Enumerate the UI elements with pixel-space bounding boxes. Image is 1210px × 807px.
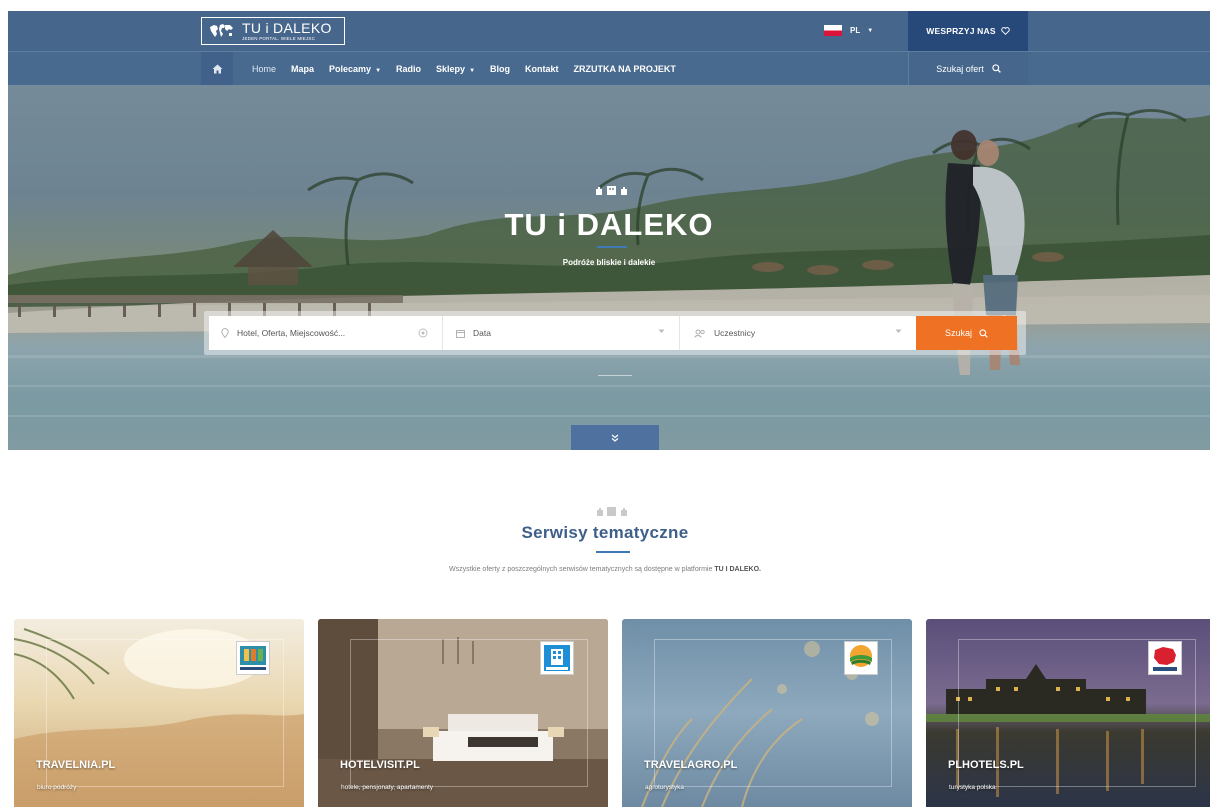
language-code: PL: [850, 26, 861, 35]
guests-selector[interactable]: Uczestnicy: [680, 316, 916, 350]
date-label: Data: [473, 328, 491, 338]
pin-icon: [221, 328, 229, 338]
nav-item-kontakt[interactable]: Kontakt: [525, 64, 559, 74]
service-card-plhotels[interactable]: PLHOTELS.PL turystyka polska: [926, 619, 1210, 807]
scroll-down-button[interactable]: [571, 425, 659, 450]
home-icon: [212, 64, 222, 73]
location-placeholder: Hotel, Oferta, Miejscowość...: [237, 328, 346, 338]
section-divider: [596, 551, 630, 553]
users-icon: [694, 329, 705, 338]
travelagro-logo: [844, 641, 878, 675]
logo-tagline: JEDEN PORTAL. WIELE MIEJSC: [242, 35, 316, 41]
hero-divider: [597, 246, 627, 248]
buildings-icon: [596, 186, 627, 195]
section-description: Wszystkie oferty z poszczególnych serwis…: [448, 566, 761, 573]
chevron-down-icon: ▼: [469, 67, 476, 74]
nav-item-radio[interactable]: Radio: [396, 64, 421, 74]
card-name: TRAVELNIA.PL: [36, 759, 116, 771]
hero-banner: TU i DALEKO Podróże bliskie i dalekie Ho…: [8, 85, 1210, 450]
service-card-travelagro[interactable]: TRAVELAGRO.PL agroturystyka: [622, 619, 912, 807]
nav-item-blog[interactable]: Blog: [490, 64, 510, 74]
site-logo[interactable]: TU i DALEKO JEDEN PORTAL. WIELE MIEJSC: [201, 17, 345, 45]
nav-item-mapa[interactable]: Mapa: [291, 64, 314, 74]
locate-icon[interactable]: [418, 328, 428, 338]
card-subtitle: hotele, pensjonaty, apartamenty: [341, 784, 434, 791]
world-map-icon: [210, 24, 233, 37]
travelnia-logo: [236, 641, 270, 675]
nav-item-home[interactable]: Home: [252, 64, 276, 74]
search-offers-label: Szukaj ofert: [936, 63, 984, 74]
card-subtitle: turystyka polska: [949, 784, 996, 791]
plhotels-logo: [1148, 641, 1182, 675]
chevron-down-icon: [658, 329, 665, 333]
service-card-travelnia[interactable]: TRAVELNIA.PL biuro podróży: [14, 619, 304, 807]
hero-title: TU i DALEKO: [504, 207, 714, 242]
heart-icon: [1001, 27, 1010, 35]
buildings-icon: [597, 507, 627, 516]
section-title: Serwisy tematyczne: [521, 523, 689, 542]
card-name: PLHOTELS.PL: [948, 759, 1024, 771]
hero-subtitle: Podróże bliskie i dalekie: [562, 258, 656, 267]
support-label: WESPRZYJ NAS: [926, 26, 996, 36]
card-name: TRAVELAGRO.PL: [644, 759, 738, 771]
search-button-label: Szukaj: [944, 328, 972, 338]
hero-divider-lower: [598, 375, 632, 376]
nav-item-sklepy[interactable]: Sklepy ▼: [436, 64, 475, 74]
logo-name: TU i DALEKO: [242, 19, 332, 36]
hotelvisit-logo: [540, 641, 574, 675]
chevron-down-icon: [895, 329, 902, 333]
language-selector[interactable]: PL ▼: [824, 25, 873, 36]
calendar-icon: [456, 329, 465, 338]
service-card-hotelvisit[interactable]: HOTELVISIT.PL hotele, pensjonaty, aparta…: [318, 619, 608, 807]
search-icon: [992, 64, 1001, 73]
nav-item-polecamy[interactable]: Polecamy ▼: [329, 64, 381, 74]
guests-label: Uczestnicy: [714, 328, 756, 338]
chevron-down-icon: ▼: [375, 67, 382, 74]
nav-item-zrzutka[interactable]: ZRZUTKA NA PROJEKT: [574, 64, 676, 74]
card-name: HOTELVISIT.PL: [340, 759, 420, 771]
chevron-down-icon: ▼: [867, 27, 874, 34]
top-bar: TU i DALEKO JEDEN PORTAL. WIELE MIEJSC P…: [8, 11, 1210, 51]
home-button[interactable]: [201, 52, 233, 85]
search-offers-button[interactable]: Szukaj ofert: [908, 52, 1028, 85]
search-form: Hotel, Oferta, Miejscowość... Data Uczes: [204, 311, 1026, 355]
main-nav: Home Mapa Polecamy ▼ Radio Sklepy ▼ Blog K…: [8, 51, 1210, 85]
poland-flag-icon: [824, 25, 842, 36]
card-subtitle: agroturystyka: [645, 784, 685, 791]
support-button[interactable]: WESPRZYJ NAS: [908, 11, 1028, 51]
date-picker[interactable]: Data: [443, 316, 680, 350]
card-subtitle: biuro podróży: [37, 784, 77, 791]
search-button[interactable]: Szukaj: [916, 316, 1017, 350]
search-icon: [979, 328, 988, 338]
location-input[interactable]: Hotel, Oferta, Miejscowość...: [209, 316, 443, 350]
double-chevron-down-icon: [611, 434, 619, 442]
